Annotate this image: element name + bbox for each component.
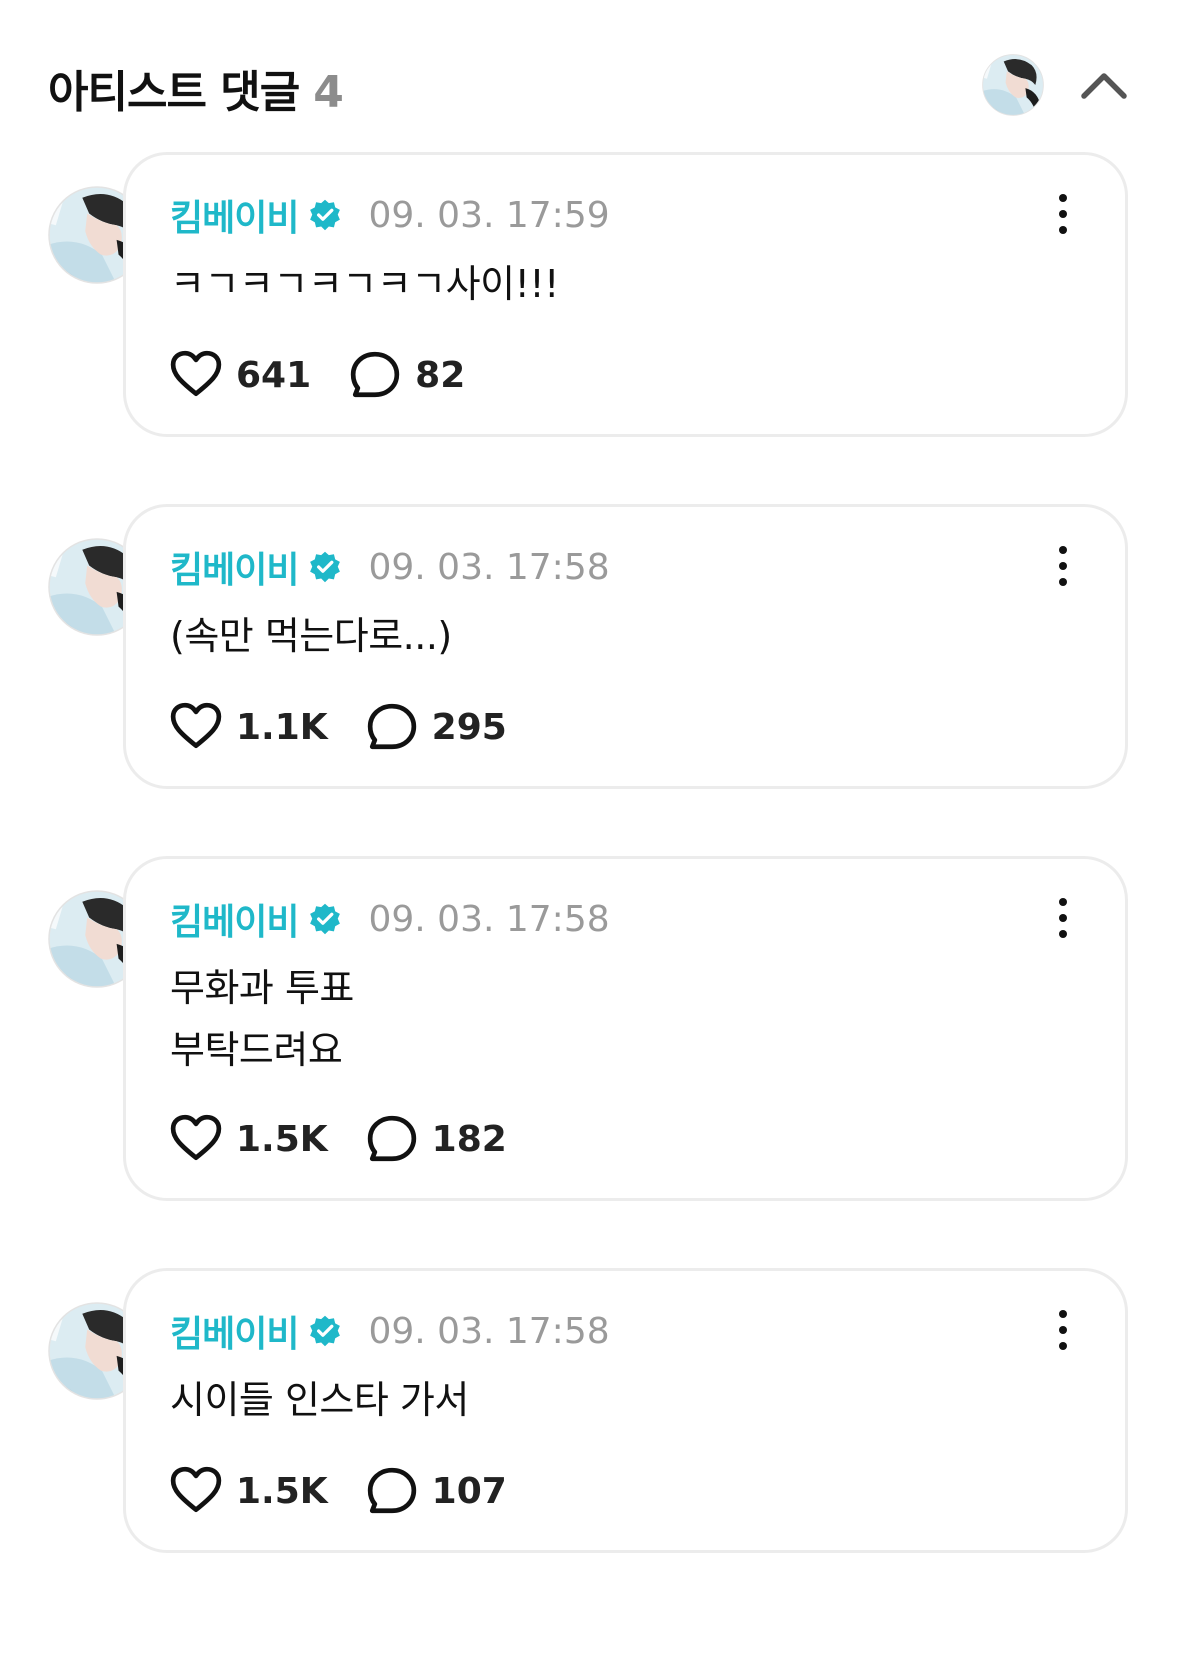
like-button[interactable]: 1.5K	[170, 1465, 328, 1517]
comment-timestamp: 09. 03. 17:58	[368, 898, 610, 940]
comment-text: 무화과 투표 부탁드려요	[170, 966, 354, 1072]
reply-button[interactable]: 82	[349, 349, 465, 401]
comment-text: (속만 먹는다로...)	[170, 614, 452, 658]
reply-button[interactable]: 295	[366, 701, 507, 753]
comment-meta: 킴베이비 09. 03. 17:58	[170, 893, 610, 945]
like-button[interactable]: 641	[170, 349, 311, 401]
reply-bubble-icon	[366, 1113, 418, 1165]
comment-card: 킴베이비 09. 03. 17:58 시이들 인스타 가서 1.5K 107	[123, 1268, 1128, 1553]
kebab-menu-icon	[1043, 543, 1083, 589]
reply-count: 107	[431, 1470, 507, 1512]
comment-meta: 킴베이비 09. 03. 17:59	[170, 189, 610, 241]
author-name[interactable]: 킴베이비	[170, 893, 299, 945]
verified-badge-icon	[308, 902, 342, 936]
like-count: 641	[236, 354, 312, 396]
section-title-label: 아티스트 댓글	[48, 67, 300, 118]
artist-avatar[interactable]	[982, 54, 1044, 116]
author-name[interactable]: 킴베이비	[170, 1305, 299, 1357]
reply-bubble-icon	[349, 349, 401, 401]
verified-badge-icon	[308, 550, 342, 584]
comment-meta: 킴베이비 09. 03. 17:58	[170, 541, 610, 593]
comment-actions: 1.1K 295	[170, 701, 507, 753]
verified-badge-icon	[308, 198, 342, 232]
kebab-menu-icon	[1043, 191, 1083, 237]
artist-comments-header: 아티스트 댓글 4	[48, 48, 1131, 120]
comment-actions: 641 82	[170, 349, 465, 401]
reply-button[interactable]: 182	[366, 1113, 507, 1165]
collapse-button[interactable]	[1076, 58, 1132, 114]
kebab-menu-icon	[1043, 895, 1083, 941]
comment-text: 시이들 인스타 가서	[170, 1378, 469, 1422]
reply-count: 182	[431, 1118, 507, 1160]
comment-timestamp: 09. 03. 17:59	[368, 194, 610, 236]
more-options-button[interactable]	[1043, 543, 1083, 589]
avatar-image	[982, 54, 1044, 116]
comment-meta: 킴베이비 09. 03. 17:58	[170, 1305, 610, 1357]
reply-count: 295	[431, 706, 507, 748]
heart-icon	[170, 349, 222, 401]
like-count: 1.1K	[236, 706, 328, 748]
comment-text: ㅋㄱㅋㄱㅋㄱㅋㄱ사이!!!	[170, 262, 559, 306]
heart-icon	[170, 701, 222, 753]
verified-badge-icon	[308, 1314, 342, 1348]
reply-count: 82	[415, 354, 466, 396]
author-name[interactable]: 킴베이비	[170, 541, 299, 593]
like-count: 1.5K	[236, 1470, 328, 1512]
section-title: 아티스트 댓글 4	[48, 56, 344, 120]
comment-actions: 1.5K 107	[170, 1465, 507, 1517]
like-button[interactable]: 1.1K	[170, 701, 328, 753]
reply-button[interactable]: 107	[366, 1465, 507, 1517]
author-name[interactable]: 킴베이비	[170, 189, 299, 241]
chevron-up-icon	[1081, 73, 1127, 99]
more-options-button[interactable]	[1043, 191, 1083, 237]
comment-card: 킴베이비 09. 03. 17:59 ㅋㄱㅋㄱㅋㄱㅋㄱ사이!!! 641 82	[123, 152, 1128, 437]
reply-bubble-icon	[366, 701, 418, 753]
more-options-button[interactable]	[1043, 1307, 1083, 1353]
comment-timestamp: 09. 03. 17:58	[368, 546, 610, 588]
reply-bubble-icon	[366, 1465, 418, 1517]
like-button[interactable]: 1.5K	[170, 1113, 328, 1165]
heart-icon	[170, 1465, 222, 1517]
comment-card: 킴베이비 09. 03. 17:58 (속만 먹는다로...) 1.1K 295	[123, 504, 1128, 789]
comment-count: 4	[313, 67, 344, 118]
comment-actions: 1.5K 182	[170, 1113, 507, 1165]
like-count: 1.5K	[236, 1118, 328, 1160]
kebab-menu-icon	[1043, 1307, 1083, 1353]
more-options-button[interactable]	[1043, 895, 1083, 941]
comment-card: 킴베이비 09. 03. 17:58 무화과 투표 부탁드려요 1.5K 182	[123, 856, 1128, 1201]
comment-timestamp: 09. 03. 17:58	[368, 1310, 610, 1352]
heart-icon	[170, 1113, 222, 1165]
